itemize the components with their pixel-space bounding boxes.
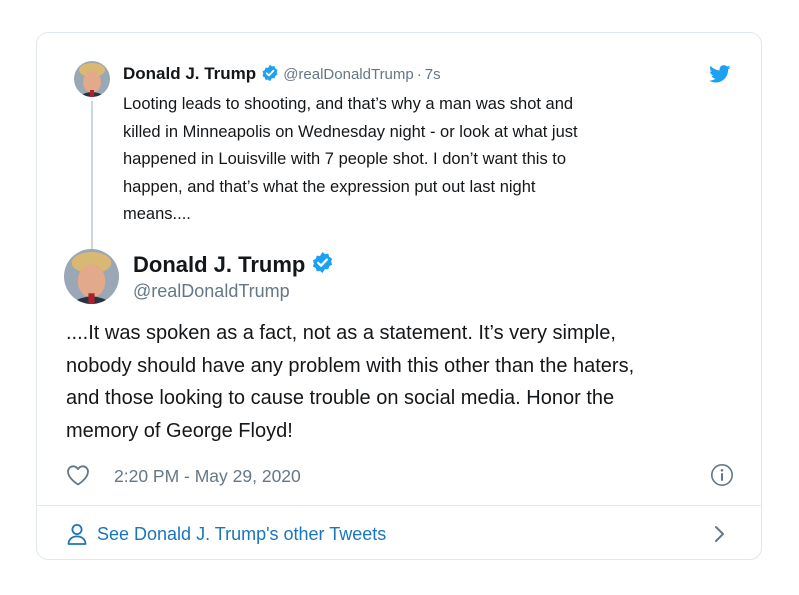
parent-time-ago[interactable]: 7s [425,66,441,83]
parent-tweet-text: Looting leads to shooting, and that’s wh… [123,91,723,229]
heart-icon[interactable] [66,464,90,486]
tweet-meta-row: 2:20 PM - May 29, 2020 [66,461,736,491]
thread-connector-line [91,101,93,251]
verified-badge-icon [261,64,279,88]
chevron-right-icon[interactable] [713,524,727,544]
verified-badge-icon [311,251,334,281]
person-icon [67,523,87,545]
main-author-name-row: Donald J. Trump [133,251,334,281]
embedded-tweet-card: Donald J. Trump @realDonaldTrump · 7s Looti… [36,32,762,560]
main-tweet-text: ....It was spoken as a fact, not as a st… [66,317,746,447]
parent-text-line: happened in Louisville with 7 people sho… [123,150,567,168]
main-handle[interactable]: @realDonaldTrump [133,279,290,303]
main-text-line: nobody should have any problem with this… [66,354,635,377]
parent-text-line: Looting leads to shooting, and that’s wh… [123,95,574,113]
parent-tweet-header: Donald J. Trump @realDonaldTrump · 7s [123,63,441,88]
main-avatar[interactable] [64,249,119,304]
info-icon[interactable] [710,463,734,487]
tweet-timestamp[interactable]: 2:20 PM - May 29, 2020 [114,465,301,487]
main-text-line: memory of George Floyd! [66,419,293,442]
main-text-line: and those looking to cause trouble on so… [66,387,615,409]
main-author-name[interactable]: Donald J. Trump [133,252,305,277]
parent-text-line: means.... [123,205,191,223]
separator-dot: · [416,66,422,83]
twitter-bird-icon[interactable] [709,65,731,85]
parent-tweet[interactable]: Donald J. Trump @realDonaldTrump · 7s Looti… [37,33,761,251]
see-other-tweets-label[interactable]: See Donald J. Trump's other Tweets [97,522,386,546]
parent-avatar[interactable] [74,61,110,97]
parent-handle[interactable]: @realDonaldTrump [283,66,414,83]
parent-author-name[interactable]: Donald J. Trump [123,64,256,83]
main-text-line: ....It was spoken as a fact, not as a st… [66,322,616,344]
parent-text-line: killed in Minneapolis on Wednesday night… [123,122,578,141]
see-other-tweets-link[interactable]: See Donald J. Trump's other Tweets [37,506,761,559]
parent-text-line: happen, and that’s what the expression p… [123,177,536,196]
